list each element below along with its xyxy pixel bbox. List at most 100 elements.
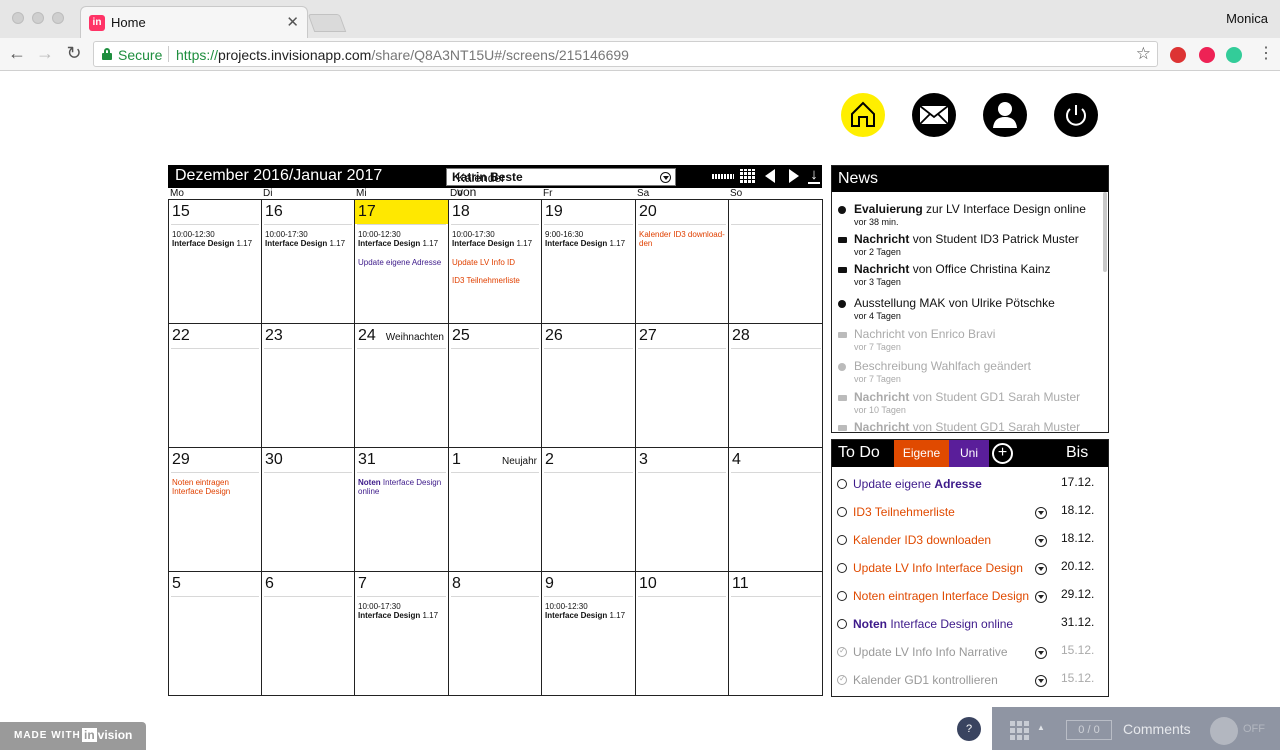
calendar-event[interactable]: 10:00-17:30 Interface Design 1.17 [358,602,446,620]
calendar-day[interactable]: 11 [729,572,823,695]
tab-eigene[interactable]: Eigene [894,440,949,467]
todo-checkbox[interactable] [837,646,847,657]
calendar-day[interactable]: 3 [636,448,729,572]
calendar-day[interactable]: 7 10:00-17:30 Interface Design 1.17 [355,572,449,695]
comments-toggle[interactable] [1210,717,1238,745]
calendar-day[interactable]: 20 Kalender ID3 download- den [636,200,729,324]
calendar-day[interactable]: 26 [542,324,636,448]
previous-icon[interactable] [765,169,775,183]
tab-close-icon[interactable]: ✕ [286,13,299,31]
calendar-day[interactable]: 8 [449,572,542,695]
chevron-down-icon[interactable] [1035,675,1047,687]
calendar-day[interactable]: 19 9:00-16:30 Interface Design 1.17 [542,200,636,324]
todo-checkbox[interactable] [837,591,847,601]
caret-up-icon[interactable]: ▲ [1037,723,1045,732]
address-bar[interactable]: Secure https://projects.invisionapp.com/… [93,41,1158,67]
todo-label[interactable]: Update eigene Adresse [853,477,982,491]
tab-uni[interactable]: Uni [949,440,989,467]
calendar-day[interactable]: 18 10:00-17:30 Interface Design 1.17 Update… [449,200,542,324]
week-view-icon[interactable] [712,174,734,179]
calendar-event[interactable]: 10:00-12:30 Interface Design 1.17 [358,230,446,248]
screens-grid-icon[interactable] [1010,720,1030,740]
comments-label[interactable]: Comments [1123,721,1191,737]
todo-label[interactable]: Kalender ID3 downloaden [853,533,991,547]
made-with-invision-badge[interactable]: MADE WITH in vision [0,722,146,750]
calendar-day[interactable]: 22 [169,324,262,448]
calendar-day[interactable]: 4 [729,448,823,572]
calendar-day[interactable]: 27 [636,324,729,448]
profile-name[interactable]: Monica [1226,11,1268,26]
calendar-owner-select[interactable]: Kalender von Katrin Beste [446,168,676,199]
calendar-day[interactable]: 15 10:00-12:30 Interface Design 1.17 [169,200,262,324]
calendar-day[interactable]: 16 10:00-17:30 Interface Design 1.17 [262,200,355,324]
close-window-button[interactable] [12,12,24,24]
calendar-event[interactable]: 10:00-17:30 Interface Design 1.17 [452,230,540,248]
calendar-task[interactable]: Update eigene Adresse [358,258,446,267]
chevron-down-icon[interactable] [1035,591,1047,603]
user-icon[interactable] [983,93,1027,137]
calendar-day[interactable]: 24 Weihnachten [355,324,449,448]
todo-checkbox[interactable] [837,619,847,629]
download-icon[interactable]: ↓ [808,167,820,184]
calendar-day[interactable]: 10 [636,572,729,695]
todo-checkbox[interactable] [837,674,847,685]
calendar-task[interactable]: ID3 Teilnehmerliste [452,276,540,285]
calendar-task[interactable]: Noten Interface Design online [358,478,446,496]
calendar-day[interactable]: 31 Noten Interface Design online [355,448,449,572]
todo-label[interactable]: Kalender GD1 kontrollieren [853,673,998,687]
day-number: 8 [452,575,461,592]
todo-label[interactable]: ID3 Teilnehmerliste [853,505,955,519]
calendar-task[interactable]: Update LV Info ID [452,258,540,267]
todo-label[interactable]: Noten Interface Design online [853,617,1013,631]
menu-icon[interactable]: ⋮ [1254,43,1278,63]
todo-checkbox[interactable] [837,507,847,517]
news-scrollbar[interactable] [1103,192,1107,272]
todo-label[interactable]: Update LV Info Info Narrative [853,645,1008,659]
calendar-day[interactable]: 25 [449,324,542,448]
power-icon[interactable] [1054,93,1098,137]
todo-checkbox[interactable] [837,535,847,545]
browser-tab-home[interactable]: in Home ✕ [80,6,308,38]
calendar-event[interactable]: 10:00-12:30 Interface Design 1.17 [172,230,260,248]
chevron-down-icon[interactable] [1035,535,1047,547]
todo-label[interactable]: Update LV Info Interface Design [853,561,1023,575]
calendar-event[interactable]: 10:00-12:30 Interface Design 1.17 [545,602,633,620]
chevron-down-icon[interactable] [1035,647,1047,659]
calendar-event[interactable]: 9:00-16:30 Interface Design 1.17 [545,230,633,248]
todo-checkbox[interactable] [837,563,847,573]
forward-icon[interactable]: → [33,43,57,64]
todo-label[interactable]: Noten eintragen Interface Design [853,589,1029,603]
back-icon[interactable]: ← [5,43,29,64]
calendar-day[interactable] [729,200,823,324]
calendar-day[interactable]: 17 10:00-12:30 Interface Design 1.17 Update… [355,200,449,324]
chevron-down-icon[interactable] [1035,507,1047,519]
calendar-day[interactable]: 30 [262,448,355,572]
chevron-down-icon[interactable] [1035,563,1047,575]
adblock-extension-icon[interactable] [1170,47,1186,63]
extension-icon[interactable] [1199,47,1215,63]
calendar-day[interactable]: 9 10:00-12:30 Interface Design 1.17 [542,572,636,695]
next-icon[interactable] [789,169,799,183]
calendar-day[interactable]: 28 [729,324,823,448]
calendar-day[interactable]: 23 [262,324,355,448]
new-tab-button[interactable] [307,14,347,32]
calendar-day[interactable]: 2 [542,448,636,572]
calendar-task[interactable]: Kalender ID3 download- den [639,230,727,248]
calendar-day[interactable]: 29 Noten eintragen Interface Design [169,448,262,572]
calendar-event[interactable]: 10:00-17:30 Interface Design 1.17 [265,230,353,248]
help-button[interactable]: ? [957,717,981,741]
mail-icon[interactable] [912,93,956,137]
minimize-window-button[interactable] [32,12,44,24]
todo-checkbox[interactable] [837,479,847,489]
calendar-day[interactable]: 6 [262,572,355,695]
reload-icon[interactable]: ↻ [62,43,86,64]
month-view-icon[interactable] [740,169,755,183]
add-todo-button[interactable]: + [992,443,1013,464]
bookmark-star-icon[interactable]: ☆ [1136,44,1151,64]
calendar-day[interactable]: 1 Neujahr [449,448,542,572]
maximize-window-button[interactable] [52,12,64,24]
home-icon[interactable] [841,93,885,137]
calendar-day[interactable]: 5 [169,572,262,695]
extension-leaf-icon[interactable] [1226,47,1242,63]
calendar-task[interactable]: Noten eintragen Interface Design [172,478,260,496]
